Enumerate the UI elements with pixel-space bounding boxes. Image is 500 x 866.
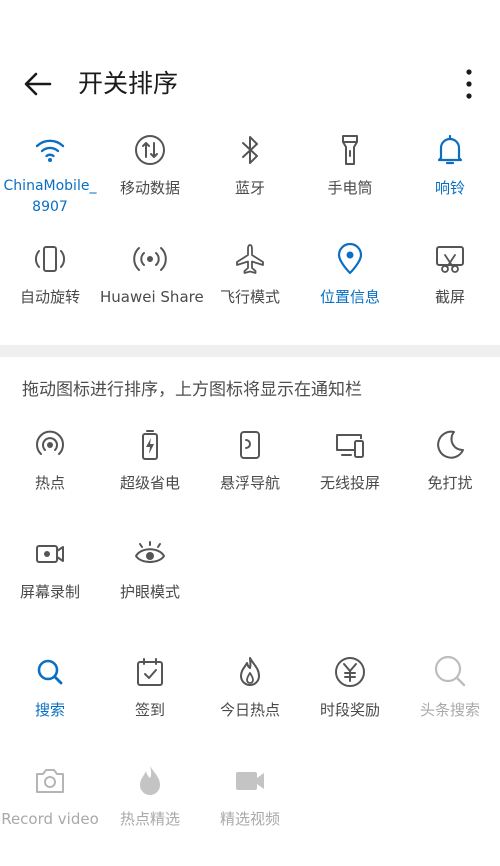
tile-ring[interactable]: 响铃 [400, 132, 500, 198]
tile-search[interactable]: 搜索 [0, 654, 100, 720]
tile-label: 热点 [34, 474, 65, 492]
tile-label: Huawei Share [100, 288, 204, 306]
tile-wireless-projection[interactable]: 无线投屏 [300, 427, 400, 493]
tile-label: 签到 [134, 701, 165, 719]
tile-screen-record[interactable]: 屏幕录制 [0, 536, 100, 602]
tile-label: 超级省电 [119, 474, 180, 492]
tile-hot-selection[interactable]: 热点精选 [100, 763, 200, 829]
tile-label: 悬浮导航 [219, 474, 280, 492]
check-in-icon [137, 658, 163, 686]
tile-huawei-share[interactable]: Huawei Share [100, 241, 204, 307]
tile-time-reward[interactable]: 时段奖励 [300, 654, 400, 720]
auto-rotate-icon [35, 246, 65, 272]
tile-floating-nav[interactable]: 悬浮导航 [200, 427, 300, 493]
back-arrow-icon [24, 72, 52, 96]
wifi-icon [35, 139, 65, 162]
search-icon [37, 659, 63, 685]
tile-airplane[interactable]: 飞行模式 [200, 241, 300, 307]
section-divider [0, 345, 500, 357]
tile-label: 位置信息 [319, 288, 380, 306]
mobile-data-icon [135, 135, 165, 165]
power-saving-icon [142, 430, 158, 460]
tile-label: 截屏 [434, 288, 465, 306]
app-header: 开关排序 [0, 0, 500, 130]
tile-bluetooth[interactable]: 蓝牙 [200, 132, 300, 198]
tile-label: 手电筒 [327, 179, 373, 197]
tile-label: 飞行模式 [219, 288, 280, 306]
tile-label: Record video [1, 810, 99, 828]
camera-icon [36, 769, 64, 793]
tile-label: 时段奖励 [319, 701, 380, 719]
floating-nav-icon [240, 431, 260, 459]
location-icon [337, 242, 363, 275]
tile-do-not-disturb[interactable]: 免打扰 [400, 427, 500, 493]
moon-icon [437, 430, 464, 459]
tile-flashlight[interactable]: 手电筒 [300, 132, 400, 198]
tile-label: 自动旋转 [19, 288, 80, 306]
tile-wifi[interactable]: ChinaMobile_8907 [0, 132, 100, 218]
huawei-share-icon [133, 247, 167, 271]
tile-auto-rotate[interactable]: 自动旋转 [0, 241, 100, 307]
tile-label: 热点精选 [119, 810, 180, 828]
tile-label: ChinaMobile_8907 [3, 178, 97, 215]
tile-location[interactable]: 位置信息 [300, 241, 400, 307]
back-button[interactable] [20, 66, 56, 102]
tile-featured-video[interactable]: 精选视频 [200, 763, 300, 829]
search-gray-icon [434, 655, 466, 687]
tile-label: 今日热点 [219, 701, 280, 719]
tile-label: 移动数据 [119, 179, 180, 197]
flashlight-icon [342, 135, 358, 165]
tile-today-hot[interactable]: 今日热点 [200, 654, 300, 720]
sort-hint-text: 拖动图标进行排序，上方图标将显示在通知栏 [22, 380, 362, 400]
tile-label: 屏幕录制 [19, 583, 80, 601]
tile-label: 无线投屏 [319, 474, 380, 492]
tile-toutiao-search[interactable]: 头条搜索 [400, 654, 500, 720]
page-title: 开关排序 [78, 69, 179, 98]
tile-power-saving[interactable]: 超级省电 [100, 427, 200, 493]
wireless-projection-icon [336, 434, 364, 458]
more-vertical-icon [466, 69, 472, 99]
flame-icon [240, 657, 260, 686]
tile-label: 精选视频 [219, 810, 280, 828]
tile-screenshot[interactable]: 截屏 [400, 241, 500, 307]
flame-filled-icon [140, 766, 160, 795]
tile-eye-comfort[interactable]: 护眼模式 [100, 536, 200, 602]
bluetooth-icon [242, 136, 258, 164]
tile-hotspot[interactable]: 热点 [0, 427, 100, 493]
tile-check-in[interactable]: 签到 [100, 654, 200, 720]
tile-label: 护眼模式 [119, 583, 180, 601]
bell-icon [437, 134, 463, 165]
airplane-icon [236, 244, 264, 274]
tile-label: 蓝牙 [234, 179, 265, 197]
more-options-button[interactable] [452, 66, 488, 102]
tile-label: 头条搜索 [419, 701, 480, 719]
tile-label: 响铃 [434, 179, 465, 197]
tile-mobile-data[interactable]: 移动数据 [100, 132, 200, 198]
tile-record-video[interactable]: Record video [0, 763, 100, 829]
screen-record-icon [36, 545, 64, 563]
yuan-coin-icon [335, 657, 365, 687]
tile-label: 搜索 [34, 701, 65, 719]
eye-comfort-icon [135, 541, 165, 563]
hotspot-icon [36, 430, 64, 455]
screenshot-icon [436, 246, 464, 273]
video-camera-icon [236, 772, 264, 790]
tile-label: 免打扰 [427, 474, 473, 492]
